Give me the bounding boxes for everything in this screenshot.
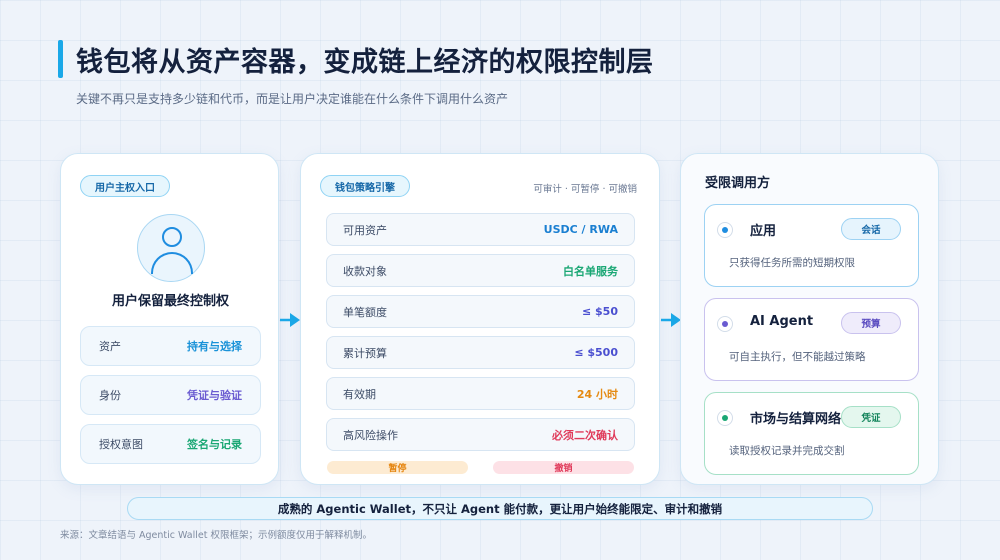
restricted-callers-panel: 受限调用方 应用 会话 只获得任务所需的短期权限 AI Agent 预算 可自主… — [680, 153, 939, 485]
row-key: 资产 — [99, 340, 121, 353]
title-accent-bar — [58, 40, 63, 78]
restricted-callers-title: 受限调用方 — [705, 176, 771, 191]
status-dot-icon — [717, 316, 733, 332]
row-key: 收款对象 — [343, 264, 387, 278]
caller-description: 读取授权记录并完成交割 — [729, 445, 845, 457]
user-sovereignty-panel: 用户主权入口 用户保留最终控制权 资产 持有与选择 身份 凭证与验证 授权意图 … — [60, 153, 279, 485]
row-key: 可用资产 — [343, 223, 387, 237]
policy-row-single-limit: 单笔额度 ≤ $50 — [326, 295, 635, 328]
row-key: 高风险操作 — [343, 428, 398, 442]
row-key: 有效期 — [343, 387, 376, 401]
policy-row-high-risk: 高风险操作 必须二次确认 — [326, 418, 635, 451]
user-entry-pill: 用户主权入口 — [80, 175, 170, 197]
policy-row-assets: 可用资产 USDC / RWA — [326, 213, 635, 246]
policy-row-payee: 收款对象 白名单服务 — [326, 254, 635, 287]
caller-tag: 预算 — [841, 312, 901, 334]
policy-row-budget: 累计预算 ≤ $500 — [326, 336, 635, 369]
caller-card-market: 市场与结算网络 凭证 读取授权记录并完成交割 — [704, 392, 919, 475]
caller-tag: 凭证 — [841, 406, 901, 428]
status-dot-icon — [717, 222, 733, 238]
flow-arrow-icon — [280, 313, 300, 327]
row-key: 单笔额度 — [343, 305, 387, 319]
user-avatar-icon — [137, 214, 205, 282]
policy-row-validity: 有效期 24 小时 — [326, 377, 635, 410]
conclusion-banner: 成熟的 Agentic Wallet，不只让 Agent 能付款，更让用户始终能… — [127, 497, 873, 520]
caller-description: 可自主执行，但不能越过策略 — [729, 351, 866, 363]
row-value: 凭证与验证 — [187, 389, 242, 402]
caller-name: 应用 — [750, 224, 777, 239]
policy-engine-panel: 钱包策略引擎 可审计 · 可暂停 · 可撤销 可用资产 USDC / RWA 收… — [300, 153, 660, 485]
row-value: 持有与选择 — [187, 340, 242, 353]
page-subtitle: 关键不再只是支持多少链和代币，而是让用户决定谁能在什么条件下调用什么资产 — [76, 92, 509, 106]
pause-button[interactable]: 暂停 — [327, 461, 468, 474]
left-row-identity: 身份 凭证与验证 — [80, 375, 261, 415]
row-value: 白名单服务 — [563, 264, 618, 278]
revoke-button[interactable]: 撤销 — [493, 461, 634, 474]
user-control-caption: 用户保留最终控制权 — [111, 294, 229, 309]
caller-name: AI Agent — [750, 314, 814, 329]
row-key: 身份 — [99, 389, 121, 402]
left-row-intent: 授权意图 签名与记录 — [80, 424, 261, 464]
row-value: 签名与记录 — [187, 438, 242, 451]
row-key: 授权意图 — [99, 438, 143, 451]
row-value: ≤ $500 — [574, 346, 618, 359]
flow-arrow-icon — [661, 313, 681, 327]
row-key: 累计预算 — [343, 346, 387, 360]
page-title: 钱包将从资产容器，变成链上经济的权限控制层 — [76, 47, 654, 78]
caller-card-ai-agent: AI Agent 预算 可自主执行，但不能越过策略 — [704, 298, 919, 381]
row-value: 24 小时 — [576, 387, 618, 401]
caller-tag: 会话 — [841, 218, 901, 240]
policy-engine-pill: 钱包策略引擎 — [320, 175, 410, 197]
status-dot-icon — [717, 410, 733, 426]
row-value: 必须二次确认 — [552, 428, 618, 442]
caller-name: 市场与结算网络 — [750, 412, 842, 427]
source-note: 来源：文章结语与 Agentic Wallet 权限框架；示例额度仅用于解释机制… — [60, 530, 372, 541]
row-value: USDC / RWA — [543, 223, 618, 236]
caller-description: 只获得任务所需的短期权限 — [729, 257, 855, 269]
policy-properties-note: 可审计 · 可暂停 · 可撤销 — [533, 184, 637, 195]
row-value: ≤ $50 — [581, 305, 618, 318]
caller-card-app: 应用 会话 只获得任务所需的短期权限 — [704, 204, 919, 287]
left-row-assets: 资产 持有与选择 — [80, 326, 261, 366]
